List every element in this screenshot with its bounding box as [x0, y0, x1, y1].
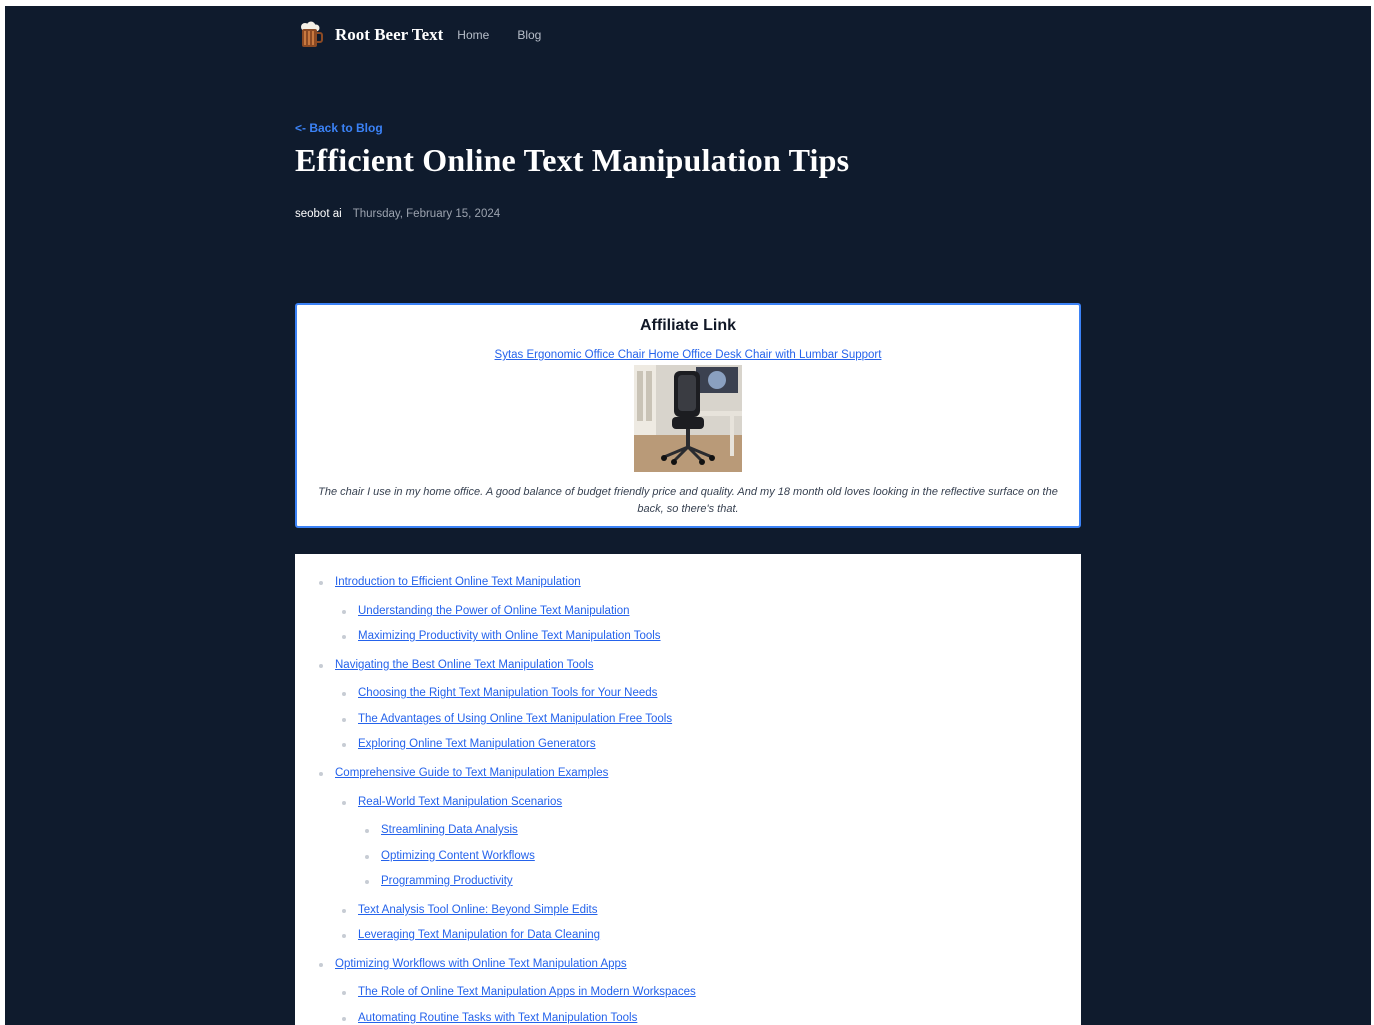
- toc-link[interactable]: Maximizing Productivity with Online Text…: [358, 630, 661, 642]
- toc-link[interactable]: Exploring Online Text Manipulation Gener…: [358, 738, 596, 750]
- affiliate-caption: The chair I use in my home office. A goo…: [318, 486, 1058, 515]
- toc-link[interactable]: Comprehensive Guide to Text Manipulation…: [335, 767, 608, 779]
- toc-item: Introduction to Efficient Online Text Ma…: [319, 576, 581, 588]
- toc-item: Real-World Text Manipulation Scenarios: [342, 796, 562, 808]
- toc-item: Text Analysis Tool Online: Beyond Simple…: [342, 904, 598, 916]
- back-to-blog-link[interactable]: <- Back to Blog: [295, 121, 383, 135]
- bullet-icon: [319, 963, 323, 967]
- bullet-icon: [342, 692, 346, 696]
- brand-name[interactable]: Root Beer Text: [335, 25, 443, 45]
- toc-item: Optimizing Content Workflows: [365, 850, 535, 862]
- toc-item: Choosing the Right Text Manipulation Too…: [342, 687, 657, 699]
- post-author: seobot ai: [295, 208, 342, 220]
- toc-link[interactable]: Navigating the Best Online Text Manipula…: [335, 659, 593, 671]
- bullet-icon: [342, 635, 346, 639]
- toc-link[interactable]: Programming Productivity: [381, 875, 513, 887]
- bullet-icon: [365, 829, 369, 833]
- toc-link[interactable]: Real-World Text Manipulation Scenarios: [358, 796, 562, 808]
- nav-home-link[interactable]: Home: [457, 28, 489, 42]
- bullet-icon: [365, 880, 369, 884]
- bullet-icon: [319, 772, 323, 776]
- root-beer-mug-icon[interactable]: [295, 20, 325, 50]
- toc-item: Understanding the Power of Online Text M…: [342, 605, 629, 617]
- post-date: Thursday, February 15, 2024: [352, 208, 501, 220]
- bullet-icon: [342, 991, 346, 995]
- toc-item: Optimizing Workflows with Online Text Ma…: [319, 958, 627, 970]
- post-meta: seobot ai Thursday, February 15, 2024: [295, 208, 500, 220]
- bullet-icon: [342, 909, 346, 913]
- bullet-icon: [319, 581, 323, 585]
- toc-link[interactable]: The Role of Online Text Manipulation App…: [358, 986, 696, 998]
- table-of-contents: Introduction to Efficient Online Text Ma…: [295, 554, 1081, 1025]
- bullet-icon: [342, 610, 346, 614]
- page-frame: Root Beer Text Home Blog <- Back to Blog…: [5, 6, 1371, 1025]
- toc-link[interactable]: Optimizing Workflows with Online Text Ma…: [335, 958, 627, 970]
- toc-item: Leveraging Text Manipulation for Data Cl…: [342, 929, 600, 941]
- toc-link[interactable]: Streamlining Data Analysis: [381, 824, 518, 836]
- bullet-icon: [319, 664, 323, 668]
- bullet-icon: [342, 801, 346, 805]
- toc-item: Comprehensive Guide to Text Manipulation…: [319, 767, 608, 779]
- affiliate-heading: Affiliate Link: [639, 317, 736, 334]
- toc-link[interactable]: Optimizing Content Workflows: [381, 850, 535, 862]
- toc-item: Exploring Online Text Manipulation Gener…: [342, 738, 596, 750]
- post-title: Efficient Online Text Manipulation Tips: [295, 142, 850, 178]
- top-nav: Root Beer Text Home Blog: [295, 20, 569, 50]
- toc-item: Navigating the Best Online Text Manipula…: [319, 659, 593, 671]
- toc-item: Automating Routine Tasks with Text Manip…: [342, 1012, 637, 1024]
- bullet-icon: [342, 718, 346, 722]
- toc-link[interactable]: Leveraging Text Manipulation for Data Cl…: [358, 929, 600, 941]
- bullet-icon: [342, 743, 346, 747]
- toc-link[interactable]: Text Analysis Tool Online: Beyond Simple…: [358, 904, 598, 916]
- bullet-icon: [365, 855, 369, 859]
- nav-blog-link[interactable]: Blog: [517, 28, 541, 42]
- affiliate-box: Affiliate Link Sytas Ergonomic Office Ch…: [295, 303, 1081, 528]
- toc-item: Maximizing Productivity with Online Text…: [342, 630, 661, 642]
- affiliate-product-link[interactable]: Sytas Ergonomic Office Chair Home Office…: [495, 349, 882, 361]
- toc-item: Streamlining Data Analysis: [365, 824, 518, 836]
- toc-link[interactable]: The Advantages of Using Online Text Mani…: [358, 713, 672, 725]
- toc-item: The Role of Online Text Manipulation App…: [342, 986, 696, 998]
- bullet-icon: [342, 934, 346, 938]
- toc-link[interactable]: Choosing the Right Text Manipulation Too…: [358, 687, 657, 699]
- toc-item: Programming Productivity: [365, 875, 513, 887]
- toc-item: The Advantages of Using Online Text Mani…: [342, 713, 672, 725]
- toc-link[interactable]: Introduction to Efficient Online Text Ma…: [335, 576, 581, 588]
- toc-link[interactable]: Understanding the Power of Online Text M…: [358, 605, 629, 617]
- office-chair-image[interactable]: [634, 365, 742, 472]
- toc-link[interactable]: Automating Routine Tasks with Text Manip…: [358, 1012, 637, 1024]
- bullet-icon: [342, 1017, 346, 1021]
